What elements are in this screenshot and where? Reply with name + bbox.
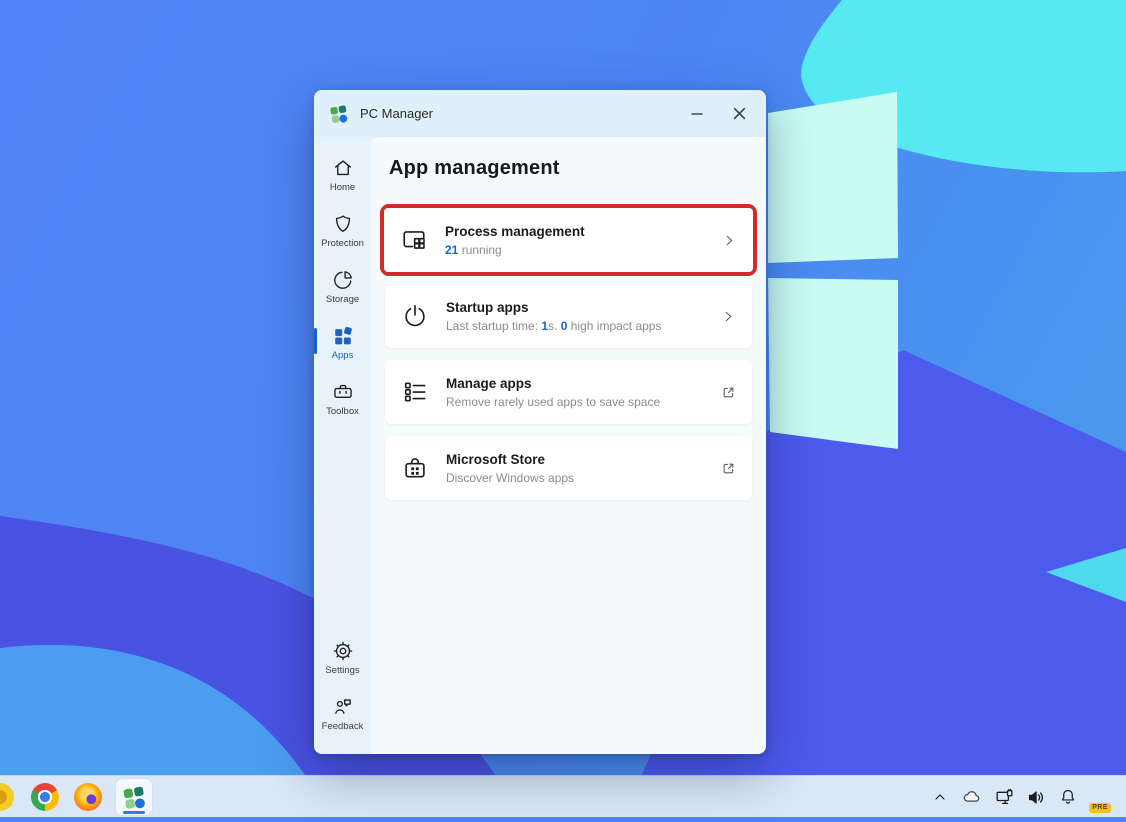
sidebar: Home Protection Storage Apps Toolbox Set… [314, 137, 371, 754]
sidebar-item-apps[interactable]: Apps [314, 315, 371, 371]
active-indicator [314, 328, 317, 354]
card-subtitle: Remove rarely used apps to save space [446, 394, 661, 409]
minimize-icon [691, 112, 703, 115]
card-title: Microsoft Store [446, 451, 546, 467]
sidebar-item-label: Settings [325, 665, 360, 676]
close-icon [733, 107, 745, 120]
store-bag-icon [402, 455, 428, 481]
firefox-icon[interactable] [74, 783, 102, 811]
close-button[interactable] [718, 97, 760, 131]
toolbox-icon [332, 381, 354, 403]
system-tray: PRE [928, 776, 1112, 818]
copilot-pre-badge: PRE [1089, 802, 1111, 813]
external-link-icon [721, 385, 736, 400]
card-subtitle: Discover Windows apps [446, 470, 575, 485]
external-link-icon [721, 461, 736, 476]
chevron-up-icon[interactable] [928, 785, 952, 809]
chrome-canary-icon[interactable] [0, 783, 14, 811]
chevron-right-icon [722, 233, 737, 248]
home-icon [332, 157, 354, 179]
sidebar-item-label: Storage [325, 294, 360, 305]
sidebar-item-feedback[interactable]: Feedback [314, 686, 371, 742]
card-title: Manage apps [446, 375, 532, 391]
window-titlebar[interactable]: PC Manager [314, 90, 766, 137]
sidebar-item-protection[interactable]: Protection [314, 203, 371, 259]
app-management-page: App management Process management 21 run… [371, 137, 766, 754]
sidebar-item-label: Apps [331, 350, 354, 361]
sidebar-item-label: Protection [321, 238, 364, 249]
process-management-icon [401, 227, 427, 253]
card-subtitle: Last startup time: 1s. 0 high impact app… [446, 318, 662, 333]
feedback-icon [332, 696, 354, 718]
onedrive-cloud-icon[interactable] [960, 785, 984, 809]
running-indicator [123, 811, 145, 814]
page-title: App management [389, 157, 560, 179]
card-subtitle: 21 running [445, 242, 502, 257]
apps-icon [332, 325, 354, 347]
card-process-management[interactable]: Process management 21 running [384, 208, 753, 272]
network-icon[interactable] [992, 785, 1016, 809]
card-title: Process management [445, 223, 585, 239]
chevron-right-icon [721, 309, 736, 324]
card-startup-apps[interactable]: Startup apps Last startup time: 1s. 0 hi… [385, 284, 752, 348]
pc-manager-logo-icon [330, 104, 348, 123]
red-highlight-box: Process management 21 running [380, 204, 757, 276]
sidebar-item-label: Home [329, 182, 356, 193]
copilot-button[interactable]: PRE [1088, 782, 1112, 813]
sidebar-item-storage[interactable]: Storage [314, 259, 371, 315]
shield-icon [332, 213, 354, 235]
sidebar-item-toolbox[interactable]: Toolbox [314, 371, 371, 427]
chrome-icon[interactable] [31, 783, 59, 811]
minimize-button[interactable] [676, 97, 718, 131]
sidebar-item-home[interactable]: Home [314, 147, 371, 203]
pc-manager-logo-icon [123, 786, 145, 809]
pc-manager-window: PC Manager Home Protection Storage Apps … [314, 90, 766, 754]
window-title: PC Manager [360, 106, 433, 121]
sidebar-item-settings[interactable]: Settings [314, 630, 371, 686]
card-microsoft-store[interactable]: Microsoft Store Discover Windows apps [385, 436, 752, 500]
storage-pie-icon [332, 269, 354, 291]
power-icon [402, 303, 428, 329]
card-manage-apps[interactable]: Manage apps Remove rarely used apps to s… [385, 360, 752, 424]
pc-manager-taskbar-button[interactable] [115, 778, 153, 816]
volume-icon[interactable] [1024, 785, 1048, 809]
card-title: Startup apps [446, 299, 529, 315]
sidebar-item-label: Feedback [321, 721, 364, 732]
gear-icon [332, 640, 354, 662]
taskbar: PRE [0, 775, 1126, 817]
sidebar-item-label: Toolbox [326, 406, 359, 417]
app-list-icon [402, 379, 428, 405]
notifications-bell-icon[interactable] [1056, 785, 1080, 809]
